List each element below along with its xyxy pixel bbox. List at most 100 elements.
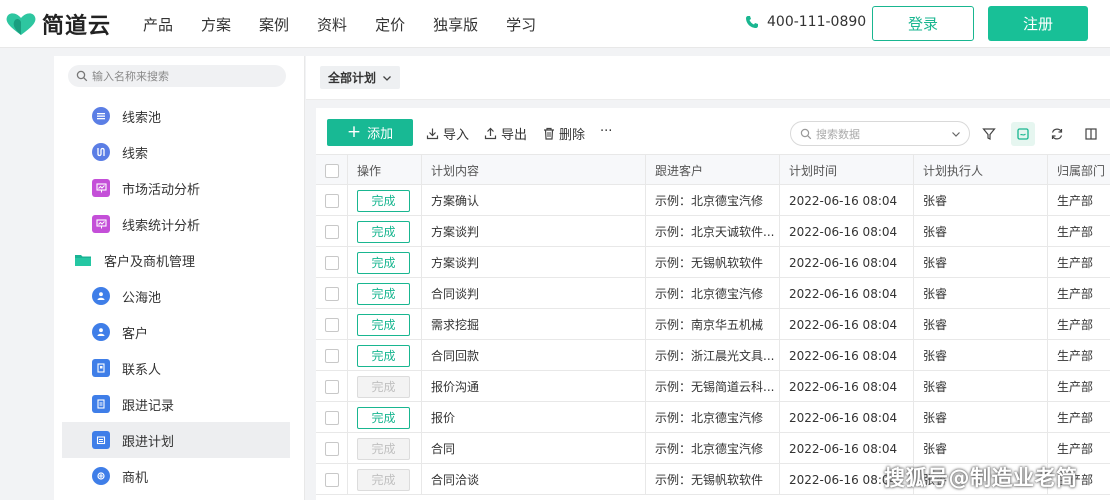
view-toggle-button[interactable] — [1011, 122, 1035, 146]
import-label: 导入 — [443, 128, 470, 143]
table-row[interactable]: 完成 合同 示例：北京德宝汽修 2022-06-16 08:04 张睿 生产部 — [316, 433, 1110, 464]
row-checkbox[interactable] — [325, 379, 339, 394]
col-header-dept[interactable]: 归属部门 — [1048, 155, 1110, 186]
trash-icon — [544, 127, 554, 140]
owner-cell: 张睿 — [914, 247, 1048, 278]
sidebar-item-campaign-analysis[interactable]: 市场活动分析 — [62, 170, 290, 206]
view-header: 全部计划 — [306, 56, 1110, 100]
table-row[interactable]: 完成 方案确认 示例：北京德宝汽修 2022-06-16 08:04 张睿 生产部 — [316, 185, 1110, 216]
upload-icon — [484, 127, 497, 140]
nav-item-learn[interactable]: 学习 — [506, 14, 536, 35]
row-select-cell[interactable] — [316, 309, 348, 340]
row-checkbox[interactable] — [325, 472, 339, 487]
sidebar-item-public-pool[interactable]: 公海池 — [62, 278, 290, 314]
phone-icon — [746, 16, 758, 28]
table-row[interactable]: 完成 合同回款 示例：浙江晨光文具... 2022-06-16 08:04 张睿 生产部 — [316, 340, 1110, 371]
complete-button[interactable]: 完成 — [357, 406, 410, 429]
row-checkbox[interactable] — [325, 193, 339, 208]
row-checkbox[interactable] — [325, 348, 339, 363]
table-row[interactable]: 完成 方案谈判 示例：北京天诚软件... 2022-06-16 08:04 张睿 生产部 — [316, 216, 1110, 247]
plan-filter-select[interactable]: 全部计划 — [320, 66, 401, 89]
action-cell: 完成 — [348, 433, 422, 464]
plan-content-cell: 方案确认 — [422, 185, 646, 216]
column-settings-button[interactable] — [1079, 122, 1103, 146]
complete-button[interactable]: 完成 — [357, 189, 410, 212]
sidebar-item-label: 客户及商机管理 — [104, 254, 196, 270]
sidebar-item-customers[interactable]: 客户 — [62, 314, 290, 350]
table-row[interactable]: 完成 报价沟通 示例：无锡简道云科... 2022-06-16 08:04 张睿 生产部 — [316, 371, 1110, 402]
table-row[interactable]: 完成 合同谈判 示例：北京德宝汽修 2022-06-16 08:04 张睿 生产部 — [316, 278, 1110, 309]
plan-time-cell: 2022-06-16 08:04 — [780, 371, 914, 402]
row-select-cell[interactable] — [316, 278, 348, 309]
row-select-cell[interactable] — [316, 185, 348, 216]
table-row[interactable]: 完成 报价 示例：北京德宝汽修 2022-06-16 08:04 张睿 生产部 — [316, 402, 1110, 433]
dept-cell: 生产部 — [1057, 194, 1094, 208]
refresh-button[interactable] — [1045, 122, 1069, 146]
search-icon — [76, 70, 88, 82]
row-checkbox[interactable] — [325, 255, 339, 270]
sidebar-search-input[interactable]: 输入名称来搜索 — [68, 65, 286, 87]
col-header-content[interactable]: 计划内容 — [422, 155, 646, 186]
complete-button[interactable]: 完成 — [357, 313, 410, 336]
filter-button[interactable] — [977, 122, 1001, 146]
col-header-owner[interactable]: 计划执行人 — [914, 155, 1048, 186]
row-select-cell[interactable] — [316, 464, 348, 495]
complete-button[interactable]: 完成 — [357, 220, 410, 243]
table-row[interactable]: 完成 需求挖掘 示例：南京华五机械 2022-06-16 08:04 张睿 生产部 — [316, 309, 1110, 340]
sidebar-item-lead-pool[interactable]: 线索池 — [62, 98, 290, 134]
contact-icon — [92, 359, 110, 377]
sidebar-group-customers[interactable]: 客户及商机管理 — [62, 242, 290, 278]
row-checkbox[interactable] — [325, 317, 339, 332]
chart-icon — [92, 179, 110, 197]
login-button[interactable]: 登录 — [872, 6, 974, 41]
nav-item-private[interactable]: 独享版 — [433, 14, 478, 35]
row-checkbox[interactable] — [325, 441, 339, 456]
nav-item-resources[interactable]: 资料 — [317, 14, 347, 35]
nav-item-product[interactable]: 产品 — [143, 14, 173, 35]
plan-content-cell: 方案谈判 — [422, 247, 646, 278]
sidebar-item-followup-plans[interactable]: 跟进计划 — [62, 422, 290, 458]
complete-button[interactable]: 完成 — [357, 282, 410, 305]
col-header-customer[interactable]: 跟进客户 — [646, 155, 780, 186]
col-header-time[interactable]: 计划时间 — [780, 155, 914, 186]
export-button[interactable]: 导出 — [484, 124, 527, 143]
brand-logo[interactable]: 简道云 — [4, 9, 111, 39]
complete-button[interactable]: 完成 — [357, 251, 410, 274]
delete-button[interactable]: 删除 — [543, 124, 585, 143]
users-icon — [92, 287, 110, 305]
import-button[interactable]: 导入 — [426, 124, 469, 143]
select-all-checkbox[interactable] — [325, 163, 339, 178]
row-select-cell[interactable] — [316, 216, 348, 247]
action-cell: 完成 — [348, 309, 422, 340]
main-nav: 产品 方案 案例 资料 定价 独享版 学习 — [143, 0, 564, 48]
sidebar-item-contacts[interactable]: 联系人 — [62, 350, 290, 386]
row-select-cell[interactable] — [316, 402, 348, 433]
data-search-input[interactable]: 搜索数据 — [790, 121, 970, 146]
sidebar-item-leads[interactable]: 线索 — [62, 134, 290, 170]
action-cell: 完成 — [348, 185, 422, 216]
more-button[interactable]: ··· — [600, 124, 612, 139]
row-select-cell[interactable] — [316, 433, 348, 464]
sidebar-item-lead-stats[interactable]: 线索统计分析 — [62, 206, 290, 242]
select-all-cell[interactable] — [316, 155, 348, 186]
row-select-cell[interactable] — [316, 247, 348, 278]
plan-filter-value: 全部计划 — [328, 71, 377, 85]
row-select-cell[interactable] — [316, 340, 348, 371]
register-button[interactable]: 注册 — [988, 6, 1088, 41]
nav-item-pricing[interactable]: 定价 — [375, 14, 405, 35]
row-checkbox[interactable] — [325, 286, 339, 301]
nav-item-solution[interactable]: 方案 — [201, 14, 231, 35]
data-panel: + 添加 导入 导出 删除 ··· 搜索数据 操作 计划内容 跟进客户 计划时间… — [316, 108, 1110, 500]
opportunity-icon — [92, 467, 110, 485]
sidebar-item-opportunities[interactable]: 商机 — [62, 458, 290, 494]
nav-item-cases[interactable]: 案例 — [259, 14, 289, 35]
complete-button[interactable]: 完成 — [357, 344, 410, 367]
table-row[interactable]: 完成 方案谈判 示例：无锡帆软软件 2022-06-16 08:04 张睿 生产部 — [316, 247, 1110, 278]
add-button[interactable]: + 添加 — [327, 119, 413, 146]
customer-cell: 示例：北京天诚软件... — [646, 216, 780, 247]
row-checkbox[interactable] — [325, 410, 339, 425]
phone-contact[interactable]: 400-111-0890 — [745, 14, 866, 30]
row-checkbox[interactable] — [325, 224, 339, 239]
sidebar-item-followup-records[interactable]: 跟进记录 — [62, 386, 290, 422]
row-select-cell[interactable] — [316, 371, 348, 402]
